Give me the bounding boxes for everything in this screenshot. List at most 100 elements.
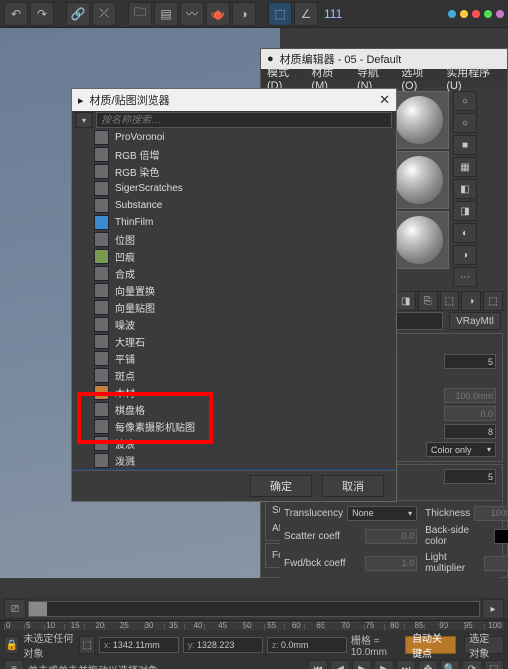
ok-button[interactable]: 确定 [250, 475, 312, 497]
affect-channels-dropdown[interactable]: Color only [426, 442, 496, 457]
browser-item[interactable]: 波浪 [72, 435, 396, 452]
track-btn-icon[interactable]: ⎚ [4, 599, 26, 619]
search-options-icon[interactable]: ▾ [76, 112, 92, 128]
sample-tool-icon[interactable]: ◐ [453, 223, 477, 243]
browser-item[interactable]: 木材 [72, 384, 396, 401]
close-icon[interactable]: ✕ [379, 92, 390, 108]
browser-item[interactable]: RGB 染色 [72, 163, 396, 180]
search-input[interactable] [96, 112, 392, 128]
autokey-button[interactable]: 自动关键点 [405, 636, 456, 654]
play-end-icon[interactable]: ⏭ [396, 660, 416, 669]
browser-item-label: 波浪 [115, 436, 135, 451]
sample-slot[interactable] [389, 211, 449, 269]
play-start-icon[interactable]: ⏮ [308, 660, 328, 669]
tool-unlink-icon[interactable]: ⤫ [92, 2, 116, 26]
browser-item[interactable]: 泼溅 [72, 452, 396, 469]
tool-snap-icon[interactable]: ⬚ [268, 2, 292, 26]
tool-angle-icon[interactable]: ∠ [294, 2, 318, 26]
mat-tool-icon[interactable]: ◑ [461, 291, 481, 311]
nav-orbit-icon[interactable]: ⟳ [462, 660, 482, 669]
nav-zoom-icon[interactable]: 🔍 [440, 660, 460, 669]
mat-tool-icon[interactable]: ⬚ [440, 291, 460, 311]
coord-z[interactable]: z:0.0mm [267, 637, 347, 653]
scatter-spinner[interactable]: 0.0 [365, 529, 417, 544]
sample-tool-icon[interactable]: ○ [453, 91, 477, 111]
browser-item[interactable]: 合成 [72, 265, 396, 282]
browser-item[interactable]: 凹痕 [72, 248, 396, 265]
browser-item[interactable]: 渐变 [72, 469, 396, 470]
browser-item[interactable]: 向量置换 [72, 282, 396, 299]
sample-tool-icon[interactable]: ⋯ [453, 267, 477, 287]
tool-curve-icon[interactable]: 〰 [180, 2, 204, 26]
mat-tool-icon[interactable]: ⬚ [483, 291, 503, 311]
sample-tool-icon[interactable]: ▦ [453, 157, 477, 177]
sample-tool-icon[interactable]: ◨ [453, 201, 477, 221]
map-icon [94, 334, 109, 349]
timeline[interactable]: 0510152025303540455055606570758085909510… [4, 621, 504, 630]
lightmult-spinner[interactable]: 1.0 [484, 556, 508, 571]
tool-layer-icon[interactable]: ▤ [154, 2, 178, 26]
thickness-spinner[interactable]: 1000.0mm [474, 506, 508, 521]
coord-icon[interactable]: ⬚ [79, 636, 94, 654]
mat-tool-icon[interactable]: ◨ [396, 291, 416, 311]
map-icon [94, 198, 109, 213]
sample-tool-icon[interactable]: ■ [453, 135, 477, 155]
nav-pan-icon[interactable]: ✥ [418, 660, 438, 669]
material-type-button[interactable]: VRayMtl [449, 312, 501, 330]
tool-scene-icon[interactable]: 🗀 [128, 2, 152, 26]
coord-y[interactable]: y:1328.223 [183, 637, 263, 653]
browser-item[interactable]: SigerScratches [72, 180, 396, 197]
browser-item[interactable]: 噪波 [72, 316, 396, 333]
fwdbck-spinner[interactable]: 1.0 [365, 556, 417, 571]
browser-titlebar[interactable]: ▸ 材质/贴图浏览器 ✕ [72, 89, 396, 111]
sample-tool-icon[interactable]: ○ [453, 113, 477, 133]
param-label: Scatter coeff [284, 531, 361, 542]
tool-redo-icon[interactable]: ↷ [30, 2, 54, 26]
max-depth-spinner[interactable]: 5 [444, 354, 496, 369]
key-filter-button[interactable]: 选定对象 [464, 636, 504, 654]
translucency-dropdown[interactable]: None [347, 506, 417, 521]
backside-color-swatch[interactable] [494, 529, 508, 544]
time-range[interactable] [28, 601, 480, 617]
browser-item[interactable]: 大理石 [72, 333, 396, 350]
sample-tool-icon[interactable]: ◑ [453, 245, 477, 265]
light-icon [484, 10, 492, 18]
script-icon[interactable]: ≡ [4, 660, 24, 669]
browser-item[interactable]: ProVoronoi [72, 129, 396, 146]
tool-link-icon[interactable]: 🔗 [66, 2, 90, 26]
sample-slot[interactable] [389, 151, 449, 209]
nav-max-icon[interactable]: ⬚ [484, 660, 504, 669]
dim-falloff-spinner[interactable]: 0.0 [444, 406, 496, 421]
lock-icon[interactable]: 🔒 [4, 636, 19, 654]
tool-render-icon[interactable]: 🫖 [206, 2, 230, 26]
play-next-icon[interactable]: ▶ [374, 660, 394, 669]
play-icon[interactable]: ▶ [352, 660, 372, 669]
browser-item[interactable]: 每像素摄影机贴图 [72, 418, 396, 435]
menu-utilities[interactable]: 实用程序(U) [446, 64, 501, 92]
track-end-icon[interactable]: ▸ [482, 599, 504, 619]
subdivs-spinner[interactable]: 8 [444, 424, 496, 439]
cancel-button[interactable]: 取消 [322, 475, 384, 497]
browser-item[interactable]: Substance [72, 197, 396, 214]
play-prev-icon[interactable]: ◀ [330, 660, 350, 669]
browser-item-label: 噪波 [115, 317, 135, 332]
browser-item[interactable]: RGB 倍增 [72, 146, 396, 163]
sample-slot[interactable] [389, 91, 449, 149]
browser-item[interactable]: 斑点 [72, 367, 396, 384]
browser-item[interactable]: ThinFilm [72, 214, 396, 231]
browser-item[interactable]: 平铺 [72, 350, 396, 367]
browser-item[interactable]: 位图 [72, 231, 396, 248]
menu-options[interactable]: 选项(O) [401, 64, 436, 92]
browser-item[interactable]: 向量贴图 [72, 299, 396, 316]
tool-undo-icon[interactable]: ↶ [4, 2, 28, 26]
browser-item-label: 向量置换 [115, 283, 155, 298]
browser-list[interactable]: ProVoronoiRGB 倍增RGB 染色SigerScratchesSubs… [72, 129, 396, 470]
dim-distance-spinner[interactable]: 100.0mm [444, 388, 496, 403]
map-icon [94, 164, 109, 179]
browser-item[interactable]: 棋盘格 [72, 401, 396, 418]
mat-tool-icon[interactable]: ⎘ [418, 291, 438, 311]
tool-material-icon[interactable]: ◑ [232, 2, 256, 26]
sample-tool-icon[interactable]: ◧ [453, 179, 477, 199]
refr-max-depth-spinner[interactable]: 5 [444, 469, 496, 484]
coord-x[interactable]: x:1342.11mm [99, 637, 179, 653]
